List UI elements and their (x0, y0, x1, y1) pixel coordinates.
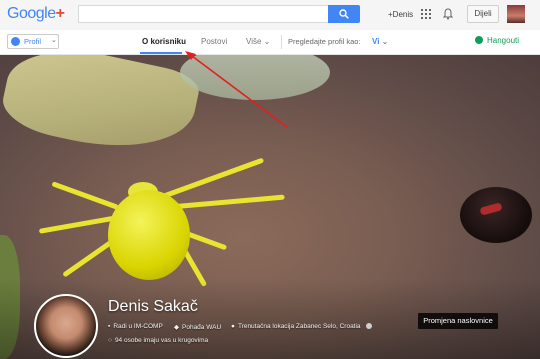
profile-location-text: Trenutačna lokacija Zabanec Selo, Croati… (237, 323, 361, 330)
profile-avatar[interactable] (34, 294, 98, 358)
profile-name: Denis Sakač (108, 298, 198, 315)
info-icon[interactable] (366, 323, 372, 329)
graduation-cap-icon: ◆ (174, 324, 179, 331)
profile-education: ◆ Pohađa WAU (174, 323, 221, 331)
briefcase-icon: ▪ (108, 323, 111, 330)
profile-work: ▪ Radi u IM-COMP (108, 323, 163, 330)
change-cover-button[interactable]: Promjena naslovnice (418, 313, 498, 329)
profile-education-text: Pohađa WAU (182, 324, 222, 331)
circles-icon: ○ (108, 337, 112, 344)
profile-circles: ○ 94 osobe imaju vas u krugovima (108, 337, 208, 344)
location-pin-icon: ● (231, 323, 235, 330)
profile-circles-text: 94 osobe imaju vas u krugovima (114, 337, 209, 344)
annotation-arrow-line (191, 55, 288, 128)
profile-work-text: Radi u IM-COMP (113, 323, 163, 330)
profile-location: ● Trenutačna lokacija Zabanec Selo, Croat… (231, 323, 361, 330)
